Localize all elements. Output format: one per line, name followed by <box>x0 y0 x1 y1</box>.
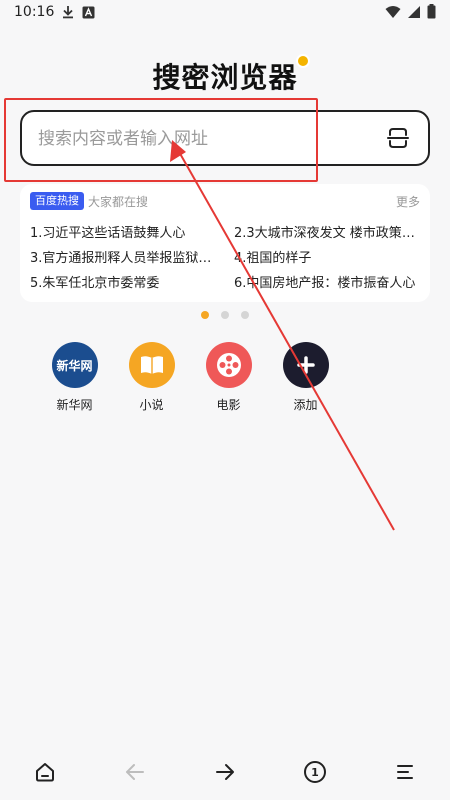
download-icon <box>63 6 73 19</box>
shortcut-add[interactable]: 添加 <box>267 342 344 413</box>
status-bar: 10:16 <box>0 0 450 26</box>
shortcut-xinhua[interactable]: 新华网 新华网 <box>36 342 113 413</box>
tabs-button[interactable]: 1 <box>295 752 335 792</box>
hot-search-header: 百度热搜 大家都在搜 更多 <box>30 192 420 212</box>
hot-search-item[interactable]: 1.习近平这些话语鼓舞人心 <box>30 222 212 241</box>
shortcut-label: 电影 <box>216 398 241 412</box>
hot-search-badge[interactable]: 百度热搜 <box>30 192 84 210</box>
shortcut-movie[interactable]: 电影 <box>190 342 267 413</box>
brand-header: 搜密浏览器 <box>0 54 450 96</box>
search-box[interactable] <box>20 110 430 166</box>
back-button[interactable] <box>115 752 155 792</box>
hot-search-subtitle: 大家都在搜 <box>88 195 149 209</box>
book-icon <box>128 342 175 388</box>
shortcut-label: 新华网 <box>56 398 93 412</box>
plus-icon <box>282 342 329 388</box>
cell-signal-icon <box>408 5 420 18</box>
film-reel-icon <box>205 342 252 388</box>
menu-button[interactable] <box>385 752 425 792</box>
shortcut-novel[interactable]: 小说 <box>113 342 190 413</box>
shortcut-label: 小说 <box>139 398 164 412</box>
forward-arrow-icon <box>216 764 234 780</box>
home-icon <box>36 763 54 782</box>
xinhua-logo-text: 新华网 <box>56 358 93 373</box>
shortcut-grid: 新华网 新华网 小说 电影 添加 <box>36 342 344 413</box>
brand-badge-dot <box>295 54 310 68</box>
forward-button[interactable] <box>205 752 245 792</box>
tabs-icon: 1 <box>304 761 326 783</box>
back-arrow-icon <box>126 764 144 780</box>
xinhua-logo-icon: 新华网 <box>51 342 98 388</box>
hot-search-item[interactable]: 6.中国房地产报：楼市振奋人心 <box>234 272 416 291</box>
app-title: 搜密浏览器 <box>152 54 310 96</box>
hot-search-item[interactable]: 2.3大城市深夜发文 楼市政策调整 <box>234 222 416 241</box>
status-time: 10:16 <box>14 4 55 20</box>
page-dot-2[interactable] <box>221 311 229 319</box>
home-button[interactable] <box>25 752 65 792</box>
hot-search-more-link[interactable]: 更多 <box>396 193 420 210</box>
search-input[interactable] <box>36 112 370 166</box>
shortcut-label: 添加 <box>293 398 318 412</box>
hot-search-item[interactable]: 3.官方通报刑释人员举报监狱干警 <box>30 247 212 266</box>
hot-search-item[interactable]: 5.朱军任北京市委常委 <box>30 272 212 291</box>
page-indicator <box>0 311 450 319</box>
page-dot-3[interactable] <box>241 311 249 319</box>
battery-icon <box>427 4 436 19</box>
hot-search-item[interactable]: 4.祖国的样子 <box>234 247 416 266</box>
page-dot-1[interactable] <box>201 311 209 319</box>
scan-icon[interactable] <box>386 126 410 150</box>
hot-search-card: 百度热搜 大家都在搜 更多 1.习近平这些话语鼓舞人心 2.3大城市深夜发文 楼… <box>20 184 430 302</box>
wifi-icon <box>385 5 401 18</box>
menu-icon <box>397 765 413 779</box>
tab-count: 1 <box>311 765 319 779</box>
bottom-nav-bar: 1 <box>0 744 450 800</box>
font-a-icon <box>82 6 95 18</box>
